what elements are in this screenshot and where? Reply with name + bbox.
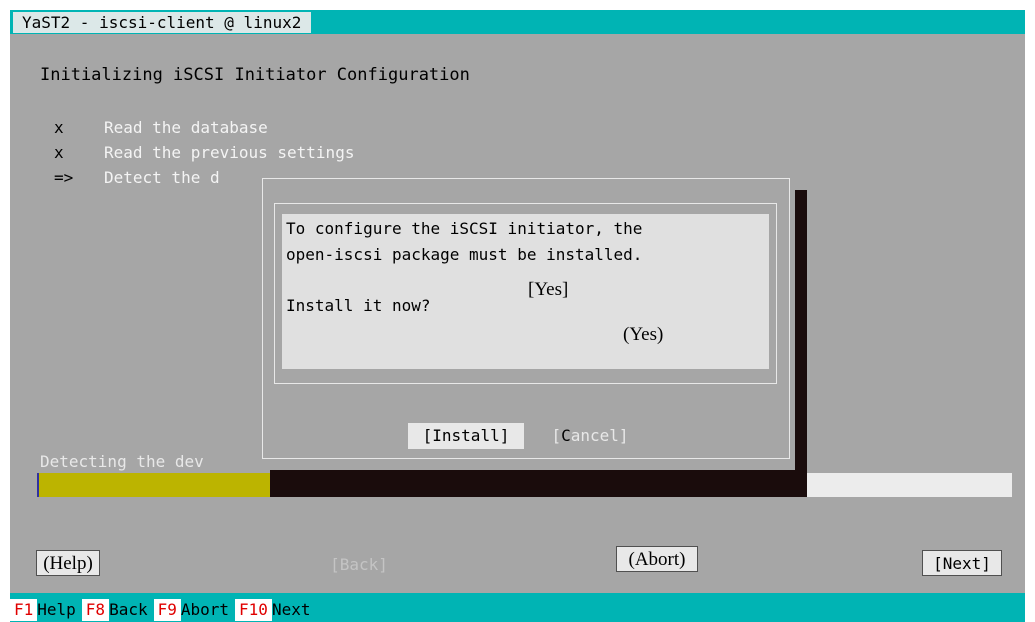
fkey-f10[interactable]: F10 [235, 599, 272, 621]
dialog-shadow-right [795, 190, 807, 497]
fkey-f9[interactable]: F9 [153, 599, 181, 621]
dialog-message-line-1: To configure the iSCSI initiator, the [286, 219, 643, 238]
dialog-message-line-2: open-iscsi package must be installed. [286, 245, 643, 264]
help-button[interactable]: (Help) [36, 550, 100, 576]
step-read-database: Read the database [104, 118, 268, 137]
back-button[interactable]: [Back] [323, 552, 395, 578]
cancel-hotkey: C [561, 426, 571, 445]
yast-screen: YaST2 - iscsi-client @ linux2 Initializi… [0, 0, 1035, 622]
abort-button[interactable]: (Abort) [616, 546, 698, 572]
progress-label: Detecting the dev [40, 452, 204, 471]
cancel-button[interactable]: [Cancel] [540, 423, 640, 449]
yes-bracket-label: [Yes] [528, 279, 569, 300]
next-button[interactable]: [Next] [922, 550, 1002, 576]
step-detect-devices: Detect the d [104, 168, 220, 187]
dialog-question: Install it now? [286, 296, 431, 315]
window-title: YaST2 - iscsi-client @ linux2 [13, 12, 312, 33]
progress-bar-edge [37, 473, 39, 497]
step-status-mark: x [54, 143, 64, 162]
cancel-rest: ancel] [570, 426, 629, 445]
fkey-f1[interactable]: F1 [10, 599, 38, 621]
progress-bar-fill [37, 473, 271, 497]
yes-paren-label: (Yes) [623, 324, 664, 345]
fkey-back-label[interactable]: Back [109, 599, 154, 621]
step-status-mark: x [54, 118, 64, 137]
cancel-bracket: [ [551, 426, 562, 445]
step-current-arrow: => [54, 168, 74, 187]
install-button[interactable]: [Install] [408, 423, 524, 449]
function-keys: F1 Help F8 Back F9 Abort F10 Next [10, 599, 316, 621]
fkey-abort-label[interactable]: Abort [181, 599, 235, 621]
fkey-f8[interactable]: F8 [81, 599, 110, 621]
fkey-next-label[interactable]: Next [272, 599, 317, 621]
fkey-help-label[interactable]: Help [37, 599, 82, 621]
step-read-settings: Read the previous settings [104, 143, 355, 162]
page-heading: Initializing iSCSI Initiator Configurati… [40, 65, 470, 85]
dialog-shadow-bottom [270, 470, 807, 497]
